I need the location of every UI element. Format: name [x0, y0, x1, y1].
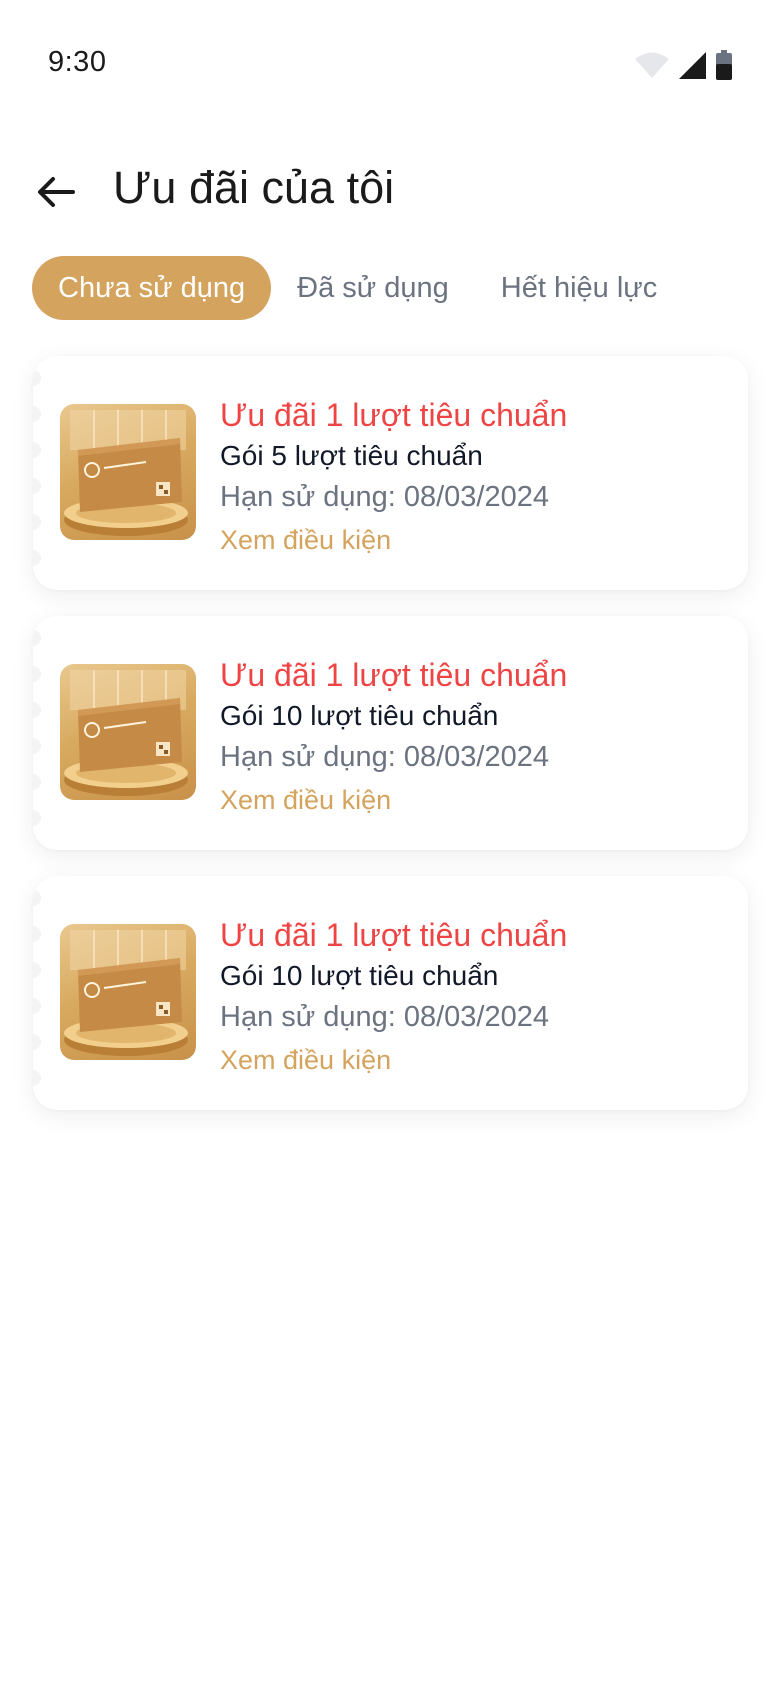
tab-used[interactable]: Đã sử dụng	[271, 256, 475, 320]
status-time: 9:30	[48, 46, 107, 78]
status-bar: 9:30	[0, 0, 780, 130]
voucher-card[interactable]: Ưu đãi 1 lượt tiêu chuẩn Gói 10 lượt tiê…	[33, 876, 748, 1110]
view-conditions-link[interactable]: Xem điều kiện	[220, 518, 728, 562]
voucher-package: Gói 10 lượt tiêu chuẩn	[220, 700, 499, 731]
ticket-notches	[33, 370, 41, 576]
voucher-expiry: Hạn sử dụng: 08/03/2024	[220, 1001, 549, 1033]
view-conditions-link[interactable]: Xem điều kiện	[220, 1038, 728, 1082]
voucher-info: Ưu đãi 1 lượt tiêu chuẩn Gói 10 lượt tiê…	[220, 654, 728, 822]
signal-icon	[678, 50, 708, 80]
voucher-expiry: Hạn sử dụng: 08/03/2024	[220, 481, 549, 513]
lounge-card-image	[60, 924, 196, 1060]
voucher-info: Ưu đãi 1 lượt tiêu chuẩn Gói 5 lượt tiêu…	[220, 394, 728, 562]
lounge-card-image	[60, 404, 196, 540]
voucher-card[interactable]: Ưu đãi 1 lượt tiêu chuẩn Gói 5 lượt tiêu…	[33, 356, 748, 590]
page-title: Ưu đãi của tôi	[113, 162, 395, 213]
back-button[interactable]	[30, 168, 82, 220]
tab-expired[interactable]: Hết hiệu lực	[475, 256, 683, 320]
tab-unused[interactable]: Chưa sử dụng	[32, 256, 272, 320]
status-icons	[634, 50, 732, 80]
screen: 9:30 Ưu đãi của tôi Chưa sử dụng Đã sử d…	[0, 0, 780, 1688]
voucher-expiry: Hạn sử dụng: 08/03/2024	[220, 741, 549, 773]
ticket-notches	[33, 630, 41, 836]
voucher-title: Ưu đãi 1 lượt tiêu chuẩn	[220, 657, 568, 693]
ticket-notches	[33, 890, 41, 1096]
arrow-left-icon	[37, 176, 75, 213]
wifi-icon	[634, 51, 670, 79]
voucher-list: Ưu đãi 1 lượt tiêu chuẩn Gói 5 lượt tiêu…	[33, 356, 748, 1136]
voucher-package: Gói 10 lượt tiêu chuẩn	[220, 960, 499, 991]
battery-icon	[716, 50, 732, 80]
lounge-card-image	[60, 664, 196, 800]
view-conditions-link[interactable]: Xem điều kiện	[220, 778, 728, 822]
voucher-package: Gói 5 lượt tiêu chuẩn	[220, 440, 483, 471]
app-header: Ưu đãi của tôi	[0, 150, 780, 230]
voucher-title: Ưu đãi 1 lượt tiêu chuẩn	[220, 917, 568, 953]
voucher-card[interactable]: Ưu đãi 1 lượt tiêu chuẩn Gói 10 lượt tiê…	[33, 616, 748, 850]
voucher-tabs: Chưa sử dụng Đã sử dụng Hết hiệu lực	[32, 256, 683, 320]
voucher-title: Ưu đãi 1 lượt tiêu chuẩn	[220, 397, 568, 433]
voucher-info: Ưu đãi 1 lượt tiêu chuẩn Gói 10 lượt tiê…	[220, 914, 728, 1082]
